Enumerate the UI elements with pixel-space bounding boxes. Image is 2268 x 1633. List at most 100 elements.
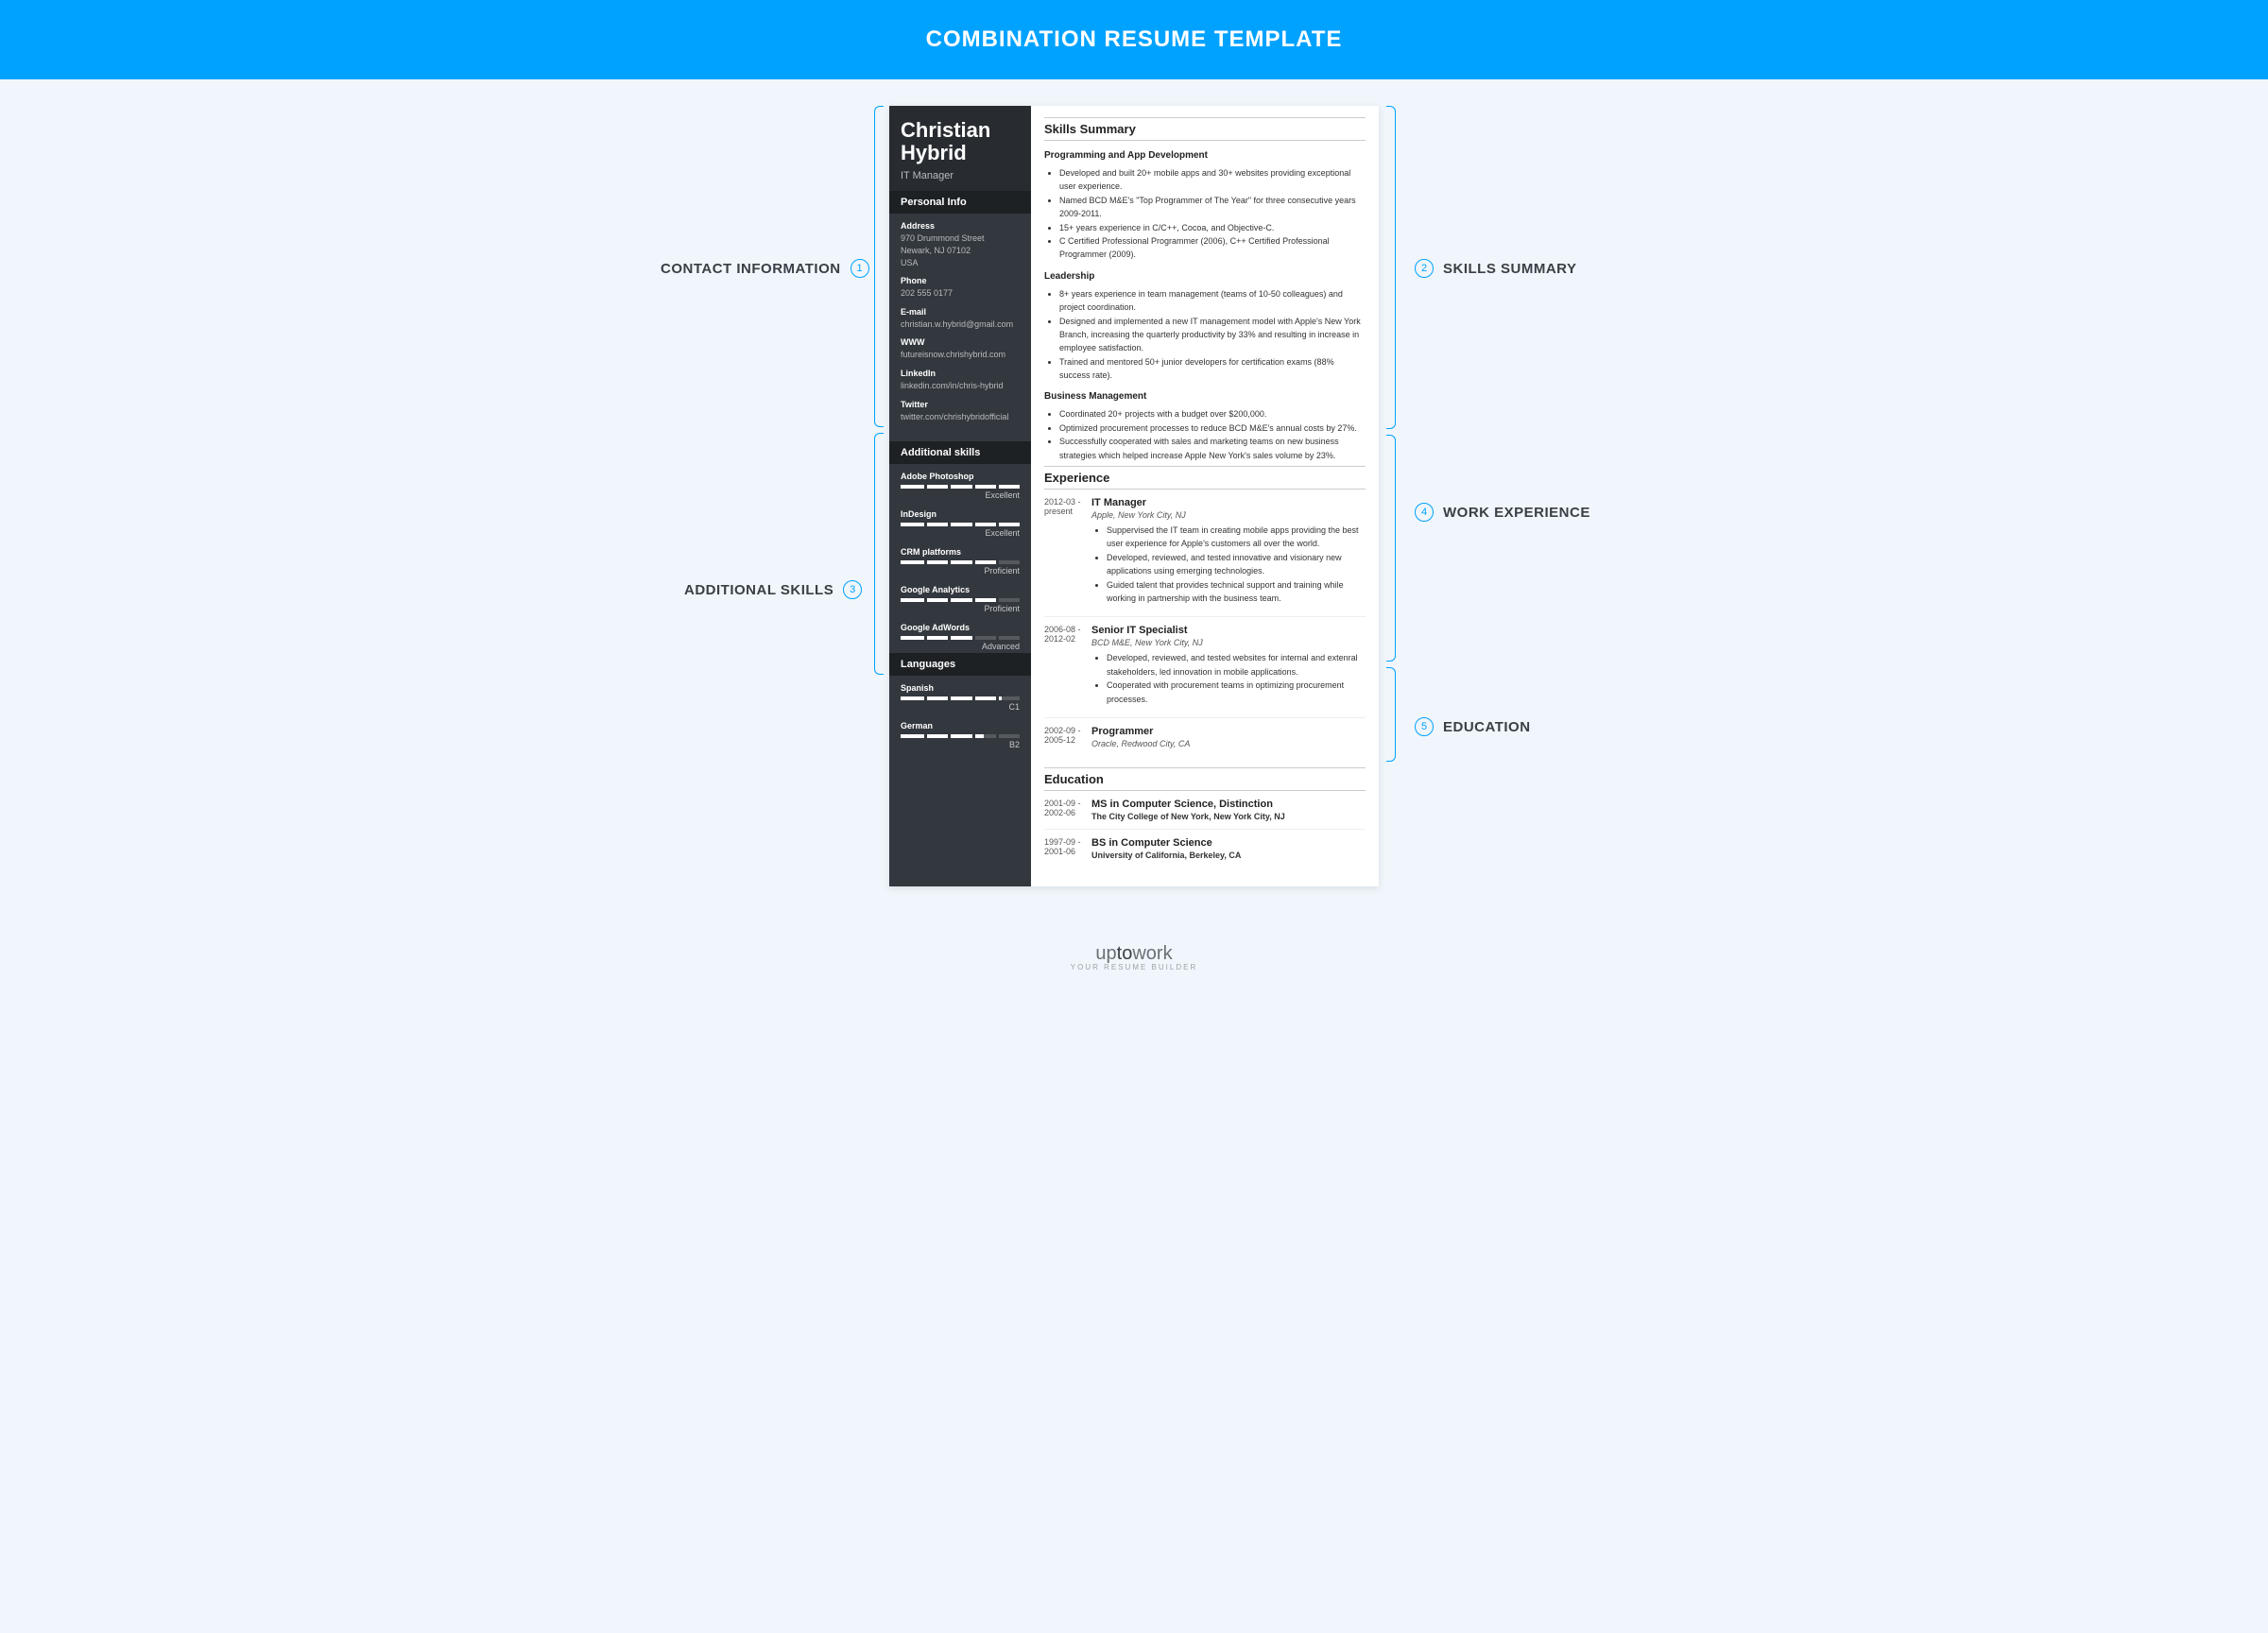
summary-bullet: 8+ years experience in team management (… [1059,287,1366,315]
language-item: German B2 [889,713,1031,751]
edu-degree: BS in Computer Science [1091,837,1366,849]
last-name: Hybrid [901,141,967,164]
exp-company: Apple, New York City, NJ [1091,510,1366,520]
experience-row: 2006-08 - 2012-02Senior IT SpecialistBCD… [1044,625,1366,718]
stage: CONTACT INFORMATION 1 ADDITIONAL SKILLS … [545,79,1723,924]
business-list: Coordinated 20+ projects with a budget o… [1044,407,1366,462]
www-value: futureisnow.chrishybrid.com [901,349,1020,361]
skill-level: Excellent [901,490,1020,500]
summary-bullet: Designed and implemented a new IT manage… [1059,315,1366,355]
callout-addskills: ADDITIONAL SKILLS 3 [684,580,871,599]
footer-subtitle: YOUR RESUME BUILDER [0,963,2268,971]
edu-dates: 2001-09 - 2002-06 [1044,799,1091,821]
edu-school: The City College of New York, New York C… [1091,812,1366,821]
resume-main: Skills Summary Programming and App Devel… [1031,106,1379,886]
skill-item: CRM platformsProficient [889,540,1031,577]
label-address: Address [901,221,1020,231]
callout-number: 5 [1415,717,1434,736]
skill-level: Advanced [901,642,1020,651]
edu-dates: 1997-09 - 2001-06 [1044,837,1091,860]
skills-container: Adobe Photoshop Excellent InDesign Excellen… [889,464,1031,653]
callout-text: WORK EXPERIENCE [1443,505,1590,521]
edu-degree: MS in Computer Science, Distinction [1091,799,1366,810]
page-header: COMBINATION RESUME TEMPLATE [0,0,2268,79]
callout-text: CONTACT INFORMATION [661,261,841,277]
callout-number: 1 [850,259,869,278]
first-name: Christian [901,118,990,142]
section-header-personal: Personal Info [889,191,1031,214]
language-level: B2 [901,740,1020,749]
callout-number: 3 [843,580,862,599]
skill-name: CRM platforms [901,547,1020,557]
skill-name: Google Analytics [901,585,1020,594]
experience-container: 2012-03 - presentIT ManagerApple, New Yo… [1044,497,1366,760]
summary-bullet: Coordinated 20+ projects with a budget o… [1059,407,1366,421]
exp-bullet: Cooperated with procurement teams in opt… [1107,679,1366,706]
summary-bullet: Optimized procurement processes to reduc… [1059,421,1366,435]
bracket-addskills [874,433,884,675]
summary-bullet: 15+ years experience in C/C++, Cocoa, an… [1059,221,1366,234]
skill-level: Proficient [901,604,1020,613]
language-name: German [901,721,1020,731]
callout-education: EDUCATION 5 [1405,717,1531,736]
bracket-workexp [1386,435,1396,662]
education-container: 2001-09 - 2002-06MS in Computer Science,… [1044,799,1366,868]
summary-bullet: C Certified Professional Programmer (200… [1059,234,1366,262]
exp-role: IT Manager [1091,497,1366,508]
heading-skills-summary: Skills Summary [1044,117,1366,141]
footer-brand: uptowork [0,943,2268,965]
callout-summary: SKILLS SUMMARY 2 [1405,259,1576,278]
heading-education: Education [1044,767,1366,791]
leadership-list: 8+ years experience in team management (… [1044,287,1366,383]
experience-row: 2012-03 - presentIT ManagerApple, New Yo… [1044,497,1366,617]
skill-level: Excellent [901,528,1020,538]
subheading-leadership: Leadership [1044,271,1366,282]
summary-bullet: Trained and mentored 50+ junior develope… [1059,355,1366,383]
section-header-skills: Additional skills [889,441,1031,464]
skill-name: InDesign [901,509,1020,519]
education-row: 2001-09 - 2002-06MS in Computer Science,… [1044,799,1366,830]
callout-number: 4 [1415,503,1434,522]
language-name: Spanish [901,683,1020,693]
label-twitter: Twitter [901,400,1020,409]
skill-name: Google AdWords [901,623,1020,632]
experience-row: 2002-09 - 2005-12ProgrammerOracle, Redwo… [1044,726,1366,760]
phone-value: 202 555 0177 [901,287,1020,300]
language-item: Spanish C1 [889,676,1031,713]
callout-contact: CONTACT INFORMATION 1 [661,259,879,278]
header-title: COMBINATION RESUME TEMPLATE [926,26,1343,52]
skill-item: Google Analytics Proficient [889,577,1031,615]
subheading-programming: Programming and App Development [1044,150,1366,161]
name-block: ChristianHybrid IT Manager [889,106,1031,191]
languages-container: Spanish C1 German B2 [889,676,1031,751]
address-line: 970 Drummond Street [901,232,1020,245]
callout-text: SKILLS SUMMARY [1443,261,1576,277]
exp-company: Oracle, Redwood City, CA [1091,739,1366,748]
section-header-languages: Languages [889,653,1031,676]
edu-school: University of California, Berkeley, CA [1091,851,1366,860]
exp-bullet: Guided talent that provides technical su… [1107,578,1366,606]
callout-workexp: WORK EXPERIENCE 4 [1405,503,1590,522]
summary-bullet: Successfully cooperated with sales and m… [1059,435,1366,462]
email-value: christian.w.hybrid@gmail.com [901,318,1020,331]
summary-bullet: Named BCD M&E's "Top Programmer of The Y… [1059,194,1366,221]
bracket-summary [1386,106,1396,429]
subheading-business: Business Management [1044,391,1366,402]
exp-bullet: Developed, reviewed, and tested websites… [1107,651,1366,679]
exp-dates: 2002-09 - 2005-12 [1044,726,1091,752]
skill-item: InDesign Excellent [889,502,1031,540]
callout-text: EDUCATION [1443,719,1531,735]
twitter-value: twitter.com/chrishybridofficial [901,411,1020,423]
language-level: C1 [901,702,1020,712]
skill-item: Adobe Photoshop Excellent [889,464,1031,502]
skill-name: Adobe Photoshop [901,472,1020,481]
resume-document: ChristianHybrid IT Manager Personal Info… [889,106,1379,886]
address-line: USA [901,257,1020,269]
heading-experience: Experience [1044,466,1366,490]
label-www: WWW [901,337,1020,347]
exp-role: Senior IT Specialist [1091,625,1366,636]
job-title: IT Manager [901,170,1020,181]
programming-list: Developed and built 20+ mobile apps and … [1044,166,1366,262]
linkedin-value: linkedin.com/in/chris-hybrid [901,380,1020,392]
exp-bullet: Developed, reviewed, and tested innovati… [1107,551,1366,578]
